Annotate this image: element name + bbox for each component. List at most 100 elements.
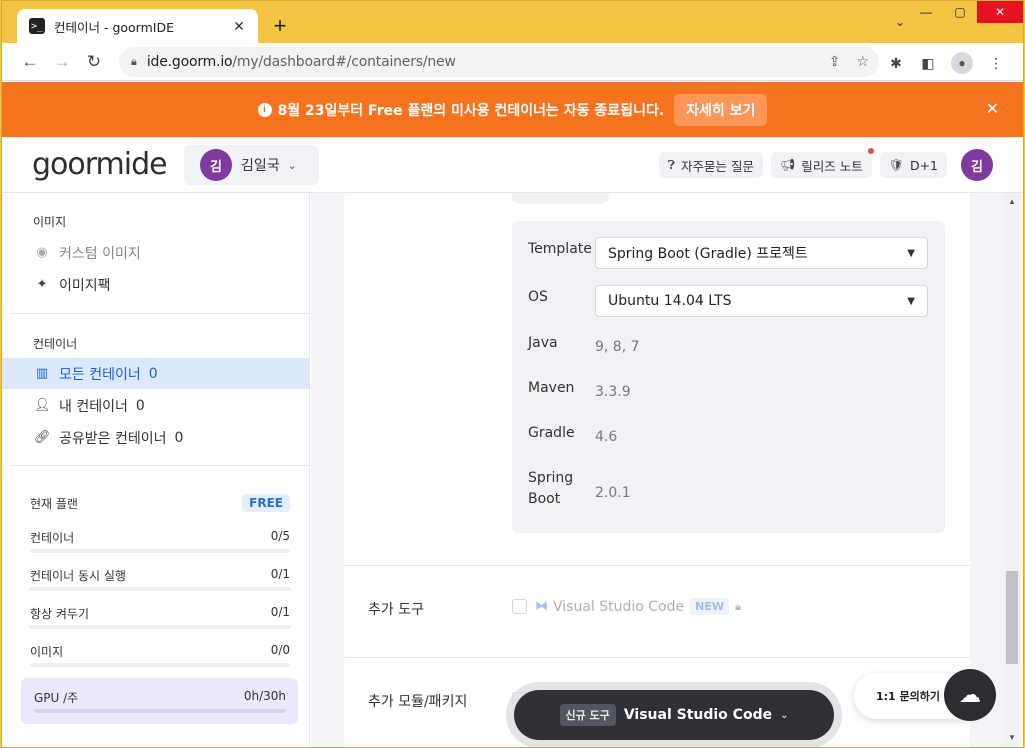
template-label: Template: [528, 241, 592, 257]
plan-usage-bar: [30, 663, 290, 667]
dday-badge[interactable]: 🛡︎ D+1: [879, 152, 947, 178]
container-section-title: 컨테이너: [33, 337, 78, 351]
spring-boot-label-line1: Spring: [528, 470, 574, 486]
maximize-button[interactable]: ▢: [943, 1, 977, 23]
link-icon: 🔗︎: [34, 430, 51, 445]
extensions-icon[interactable]: ✱: [887, 55, 905, 72]
banner-text: 8월 23일부터 Free 플랜의 미사용 컨테이너는 자동 종료됩니다.: [277, 102, 665, 119]
url-domain: ide.goorm.io: [146, 54, 233, 70]
user-selector[interactable]: 김 김일국 ⌄: [184, 145, 319, 185]
sidebar-item-shared-containers[interactable]: 🔗︎ 공유받은 컨테이너 0: [2, 422, 309, 453]
maven-label: Maven: [528, 380, 575, 396]
chevron-down-icon: ▼: [907, 295, 915, 307]
megaphone-icon: 📢︎: [779, 158, 796, 172]
new-tab-button[interactable]: +: [267, 13, 293, 39]
sidebar-item-my-containers[interactable]: 👤︎ 내 컨테이너 0: [2, 390, 309, 421]
plan-usage-bar: [30, 587, 290, 591]
url-bar[interactable]: 🔒︎ ide.goorm.io/my/dashboard#/containers…: [119, 47, 879, 77]
divider: [10, 465, 310, 466]
template-select[interactable]: Spring Boot (Gradle) 프로젝트 ▼: [595, 237, 928, 269]
minimize-button[interactable]: —: [909, 1, 943, 23]
plan-row-label: 이미지: [30, 645, 64, 659]
os-value: Ubuntu 14.04 LTS: [608, 293, 732, 309]
gradle-value: 4.6: [595, 429, 618, 445]
promo-badge: 신규 도구: [559, 704, 616, 726]
faq-label: 자주묻는 질문: [681, 158, 754, 174]
sidebar-item-count: 0: [148, 365, 158, 382]
chevron-down-icon: ▼: [907, 247, 915, 259]
side-panel-icon[interactable]: ◧: [919, 55, 937, 72]
sidebar-item-image-pack[interactable]: ✦ 이미지팩: [2, 269, 309, 300]
main-content: Template Spring Boot (Gradle) 프로젝트 ▼ OS …: [311, 193, 1003, 747]
disc-icon: ◉: [36, 245, 48, 260]
notice-banner: i 8월 23일부터 Free 플랜의 미사용 컨테이너는 자동 종료됩니다. …: [2, 82, 1023, 137]
tab-search-icon[interactable]: ⌄: [895, 15, 905, 29]
plan-row-label: 컨테이너: [30, 531, 75, 545]
gpu-label: GPU /주: [34, 691, 79, 705]
banner-close-icon[interactable]: ✕: [986, 99, 999, 119]
sidebar: 이미지 ◉ 커스텀 이미지 ✦ 이미지팩 컨테이너 ▥ 모든 컨테이너 0 👤︎…: [2, 193, 310, 747]
share-icon[interactable]: ⇪: [829, 53, 841, 70]
gpu-usage-box: GPU /주 0h/30h: [21, 678, 298, 724]
forward-button[interactable]: →: [46, 52, 78, 72]
account-avatar[interactable]: 김: [961, 149, 993, 181]
chevron-down-icon: ⌄: [287, 159, 297, 172]
spring-boot-label-line2: Boot: [528, 491, 561, 507]
lock-icon: 🔒︎: [735, 599, 741, 613]
divider: [10, 313, 310, 314]
vscode-checkbox[interactable]: [512, 599, 527, 614]
plan-row-value: 0/1: [270, 605, 290, 619]
profile-icon[interactable]: ●: [951, 52, 973, 74]
sidebar-item-label: 내 컨테이너: [59, 398, 128, 415]
plan-row-value: 0/0: [270, 643, 290, 657]
vscode-option[interactable]: ⧓ Visual Studio Code NEW 🔒︎: [512, 598, 741, 615]
stack-details-box: Template Spring Boot (Gradle) 프로젝트 ▼ OS …: [512, 221, 945, 533]
browser-tab[interactable]: >_ 컨테이너 - goormIDE ✕: [17, 9, 258, 43]
cloud-chat-icon[interactable]: ☁︎: [944, 669, 996, 721]
java-label: Java: [528, 335, 558, 351]
template-value: Spring Boot (Gradle) 프로젝트: [608, 246, 808, 262]
reload-button[interactable]: ↻: [78, 52, 110, 72]
vertical-scrollbar[interactable]: ▲ ▼: [1003, 193, 1021, 747]
support-chat-label: 1:1 문의하기: [876, 690, 941, 703]
sidebar-item-all-containers[interactable]: ▥ 모든 컨테이너 0: [2, 358, 309, 389]
scrollbar-thumb[interactable]: [1006, 571, 1018, 664]
notification-dot: [867, 148, 874, 154]
plan-header: 현재 플랜 FREE: [30, 494, 290, 512]
sidebar-item-label: 커스텀 이미지: [59, 245, 141, 262]
goormide-logo[interactable]: goormide: [32, 147, 168, 182]
sidebar-item-custom-image[interactable]: ◉ 커스텀 이미지: [2, 237, 309, 268]
java-value: 9, 8, 7: [595, 339, 640, 355]
promo-text: Visual Studio Code: [623, 707, 773, 723]
question-icon: ❓︎: [667, 157, 675, 172]
scroll-down-arrow-icon[interactable]: ▼: [1003, 733, 1021, 742]
lock-icon: 🔒︎: [131, 55, 137, 68]
image-section-title: 이미지: [33, 215, 67, 229]
release-notes-button[interactable]: 📢︎ 릴리즈 노트: [770, 148, 874, 178]
chevron-down-icon: ⌄: [780, 709, 789, 721]
plan-row-value: 0/1: [270, 567, 290, 581]
address-bar: ← → ↻ 🔒︎ ide.goorm.io/my/dashboard#/cont…: [2, 43, 1023, 81]
faq-button[interactable]: ❓︎ 자주묻는 질문: [658, 152, 763, 178]
plan-usage-bar: [30, 625, 290, 629]
plan-row-always-on: 항상 켜두기 0/1: [30, 605, 290, 622]
bookmark-star-icon[interactable]: ☆: [856, 53, 869, 70]
terminal-icon: >_: [29, 18, 45, 34]
vscode-label: Visual Studio Code: [553, 598, 685, 615]
tab-close-icon[interactable]: ✕: [230, 18, 248, 35]
scroll-up-arrow-icon[interactable]: ▲: [1003, 197, 1021, 206]
vscode-icon: ⧓: [535, 599, 548, 614]
user-icon: 👤︎: [34, 398, 51, 413]
banner-details-button[interactable]: 자세히 보기: [674, 93, 768, 126]
sidebar-item-label: 공유받은 컨테이너: [59, 430, 167, 447]
back-button[interactable]: ←: [14, 52, 46, 72]
sidebar-item-count: 0: [174, 429, 184, 446]
menu-kebab-icon[interactable]: ⋮: [987, 55, 1005, 72]
new-tool-promo-button[interactable]: 신규 도구 Visual Studio Code ⌄: [514, 690, 834, 740]
divider: [344, 565, 970, 566]
os-label: OS: [528, 289, 548, 305]
os-select[interactable]: Ubuntu 14.04 LTS ▼: [595, 285, 928, 317]
dday-label: D+1: [909, 157, 938, 173]
extra-tools-label: 추가 도구: [368, 602, 424, 618]
close-window-button[interactable]: ✕: [977, 1, 1023, 23]
